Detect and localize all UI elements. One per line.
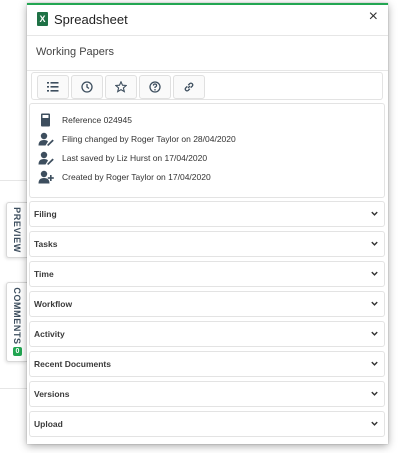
comments-count-badge: 0	[13, 347, 22, 356]
panel-header: X Spreadsheet ×	[27, 5, 388, 36]
chevron-down-icon	[371, 391, 378, 396]
last-saved-row: Last saved by Liz Hurst on 17/04/2020	[38, 150, 207, 166]
filing-changed-row: Filing changed by Roger Taylor on 28/04/…	[38, 131, 236, 147]
reference-text: Reference 024945	[62, 115, 132, 125]
section-label: Activity	[34, 329, 65, 339]
section-label: Recent Documents	[34, 359, 111, 369]
chevron-down-icon	[371, 421, 378, 426]
background-divider	[0, 180, 27, 181]
document-subtitle: Working Papers	[36, 46, 115, 58]
section-label: Filing	[34, 209, 57, 219]
section-recent-documents[interactable]: Recent Documents	[29, 351, 385, 377]
list-button[interactable]	[37, 75, 69, 99]
background-divider	[0, 388, 27, 389]
chevron-down-icon	[371, 361, 378, 366]
chevron-down-icon	[371, 241, 378, 246]
help-button[interactable]	[139, 75, 171, 99]
preview-tab[interactable]: PREVIEW	[6, 202, 27, 258]
star-icon	[115, 81, 127, 93]
user-edit-icon	[38, 132, 54, 146]
section-label: Versions	[34, 389, 70, 399]
document-details: Reference 024945 Filing changed by Roger…	[29, 103, 385, 198]
preview-tab-label: PREVIEW	[12, 207, 22, 253]
last-saved-text: Last saved by Liz Hurst on 17/04/2020	[62, 153, 208, 163]
section-label: Upload	[34, 419, 63, 429]
created-text: Created by Roger Taylor on 17/04/2020	[62, 172, 211, 182]
document-info-panel: X Spreadsheet × Working Papers Reference…	[27, 3, 388, 444]
favourite-button[interactable]	[105, 75, 137, 99]
spreadsheet-x-icon: X	[37, 12, 48, 26]
list-icon	[47, 82, 59, 92]
reference-row: Reference 024945	[38, 112, 132, 128]
section-activity[interactable]: Activity	[29, 321, 385, 347]
section-label: Time	[34, 269, 54, 279]
section-versions[interactable]: Versions	[29, 381, 385, 407]
panel-title: Spreadsheet	[54, 12, 128, 27]
copy-link-button[interactable]	[173, 75, 205, 99]
chevron-down-icon	[371, 301, 378, 306]
help-icon	[149, 81, 161, 93]
section-upload[interactable]: Upload	[29, 411, 385, 437]
created-row: Created by Roger Taylor on 17/04/2020	[38, 169, 211, 185]
chevron-down-icon	[371, 271, 378, 276]
section-tasks[interactable]: Tasks	[29, 231, 385, 257]
section-filing[interactable]: Filing	[29, 201, 385, 227]
section-label: Workflow	[34, 299, 73, 309]
close-icon[interactable]: ×	[369, 8, 378, 26]
history-button[interactable]	[71, 75, 103, 99]
user-edit-icon	[38, 151, 54, 165]
chevron-down-icon	[371, 331, 378, 336]
link-icon	[184, 82, 194, 92]
action-toolbar	[31, 72, 383, 100]
book-icon	[41, 113, 50, 127]
subtitle-row: Working Papers	[27, 36, 388, 71]
section-label: Tasks	[34, 239, 58, 249]
comments-tab[interactable]: COMMENTS 0	[6, 282, 27, 362]
user-plus-icon	[38, 170, 54, 184]
section-time[interactable]: Time	[29, 261, 385, 287]
clock-icon	[81, 81, 93, 93]
comments-tab-label: COMMENTS	[12, 287, 22, 345]
section-workflow[interactable]: Workflow	[29, 291, 385, 317]
chevron-down-icon	[371, 211, 378, 216]
filing-changed-text: Filing changed by Roger Taylor on 28/04/…	[62, 134, 236, 144]
